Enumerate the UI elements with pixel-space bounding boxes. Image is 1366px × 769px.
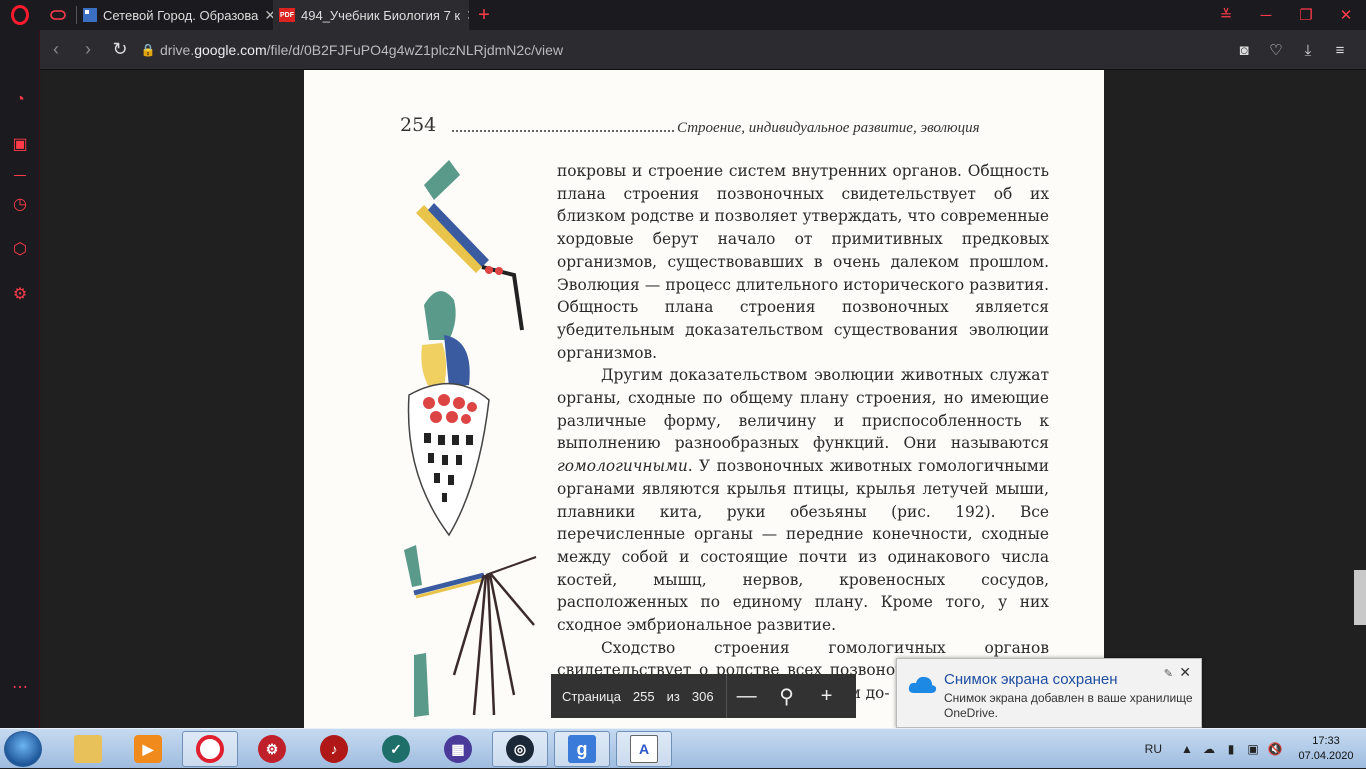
- guitar-app-icon: ♪: [320, 735, 348, 763]
- taskbar-app-red[interactable]: ⚙: [244, 731, 300, 767]
- clock-date: 07.04.2020: [1298, 750, 1354, 762]
- opera-icon: [196, 735, 224, 763]
- taskbar-steam[interactable]: ◎: [492, 731, 548, 767]
- gamepad-icon: [50, 10, 66, 20]
- document-icon: A: [630, 735, 658, 763]
- folder-icon: [74, 735, 102, 763]
- taskbar-explorer[interactable]: [60, 731, 116, 767]
- teal-app-icon: ✓: [382, 735, 410, 763]
- clock-time: 17:33: [1312, 735, 1340, 747]
- sidebar-divider: [14, 175, 26, 176]
- clock[interactable]: 17:33 07.04.2020: [1286, 734, 1366, 764]
- paragraph: Другим доказательством эволюции животных…: [557, 366, 1049, 635]
- language-indicator[interactable]: RU: [1145, 742, 1162, 756]
- lock-icon[interactable]: 🔒: [136, 43, 160, 57]
- running-head: Строение, индивидуальное развитие, эволю…: [677, 120, 980, 136]
- twitch-icon[interactable]: ▣: [10, 135, 30, 155]
- taskbar-opera[interactable]: [182, 731, 238, 767]
- game-controller-button[interactable]: [40, 0, 76, 30]
- restore-button[interactable]: ❐: [1286, 6, 1326, 24]
- paragraph: покровы и строение систем внутренних орг…: [557, 162, 1049, 362]
- history-icon[interactable]: ◷: [10, 195, 30, 215]
- steam-icon: ◎: [506, 735, 534, 763]
- pdf-viewer: 254 Строение, индивидуальное развитие, э…: [41, 70, 1366, 728]
- onedrive-cloud-icon: [908, 676, 937, 693]
- app-gear-icon: ⚙: [258, 735, 286, 763]
- minimize-button[interactable]: ─: [1246, 7, 1286, 24]
- heart-icon[interactable]: ♡: [1260, 41, 1292, 59]
- page-navigator: Страница 255 из 306 — ⚲ +: [551, 674, 856, 718]
- site-favicon-icon: [83, 8, 97, 22]
- g-app-icon: g: [568, 735, 596, 763]
- more-dots-icon[interactable]: ⋯: [10, 678, 30, 698]
- tab-bar: Сетевой Город. Образова ✕ PDF 494_Учебни…: [0, 0, 1366, 30]
- extensions-cube-icon[interactable]: ⬡: [10, 240, 30, 260]
- taskbar-app-teal[interactable]: ✓: [368, 731, 424, 767]
- forward-button[interactable]: ›: [72, 39, 104, 60]
- homologous-limbs-illustration: [404, 160, 537, 717]
- onedrive-notification[interactable]: Снимок экрана сохранен Снимок экрана доб…: [896, 658, 1202, 728]
- new-tab-button[interactable]: +: [469, 4, 499, 27]
- page-of-label: из: [666, 688, 680, 704]
- download-icon[interactable]: ⤓: [1292, 42, 1324, 59]
- settings-gear-icon[interactable]: ⚙: [10, 285, 30, 305]
- start-button[interactable]: [4, 731, 42, 767]
- pdf-favicon-icon: PDF: [279, 8, 295, 22]
- onedrive-tray-icon[interactable]: ☁: [1198, 742, 1220, 756]
- taskbar-app-guitar[interactable]: ♪: [306, 731, 362, 767]
- document-page: 254 Строение, индивидуальное развитие, э…: [304, 70, 1104, 728]
- zoom-out-button[interactable]: —: [727, 685, 767, 708]
- show-hidden-icons[interactable]: ▲: [1176, 742, 1198, 756]
- taskbar-wordpad[interactable]: A: [616, 731, 672, 767]
- opera-logo-icon: [11, 5, 29, 25]
- total-pages: 306: [691, 688, 714, 704]
- tab-label: Сетевой Город. Образова: [103, 7, 259, 23]
- tab-network-city[interactable]: Сетевой Город. Образова ✕: [77, 0, 273, 30]
- notification-title: Снимок экрана сохранен: [944, 671, 1118, 688]
- page-number: 254: [400, 114, 437, 136]
- scrollbar-thumb[interactable]: [1354, 570, 1366, 625]
- page-label: Страница: [562, 688, 621, 704]
- address-bar: ‹ › ↻ 🔒 drive.google.com/file/d/0B2FJFuP…: [40, 30, 1366, 70]
- current-page-input[interactable]: 255: [633, 689, 655, 704]
- body-text: покровы и строение систем внутренних орг…: [557, 160, 1049, 705]
- menu-lines-icon[interactable]: ≡: [1324, 42, 1356, 59]
- network-icon[interactable]: ▣: [1242, 742, 1264, 756]
- opera-sidebar: ◔ ▣ ◷ ⬡ ⚙ ⋯: [0, 30, 40, 728]
- tab-label: 494_Учебник Биология 7 к: [301, 7, 461, 23]
- speed-dial-icon[interactable]: ◔: [10, 90, 30, 110]
- taskbar-app-g[interactable]: g: [554, 731, 610, 767]
- tab-close-icon[interactable]: ✕: [264, 7, 273, 24]
- camera-icon[interactable]: ◙: [1228, 42, 1260, 59]
- windows-taskbar: ▶ ⚙ ♪ ✓ ▦ ◎ g A RU ▲ ☁ ▮ ▣ 🔇 17:33 07.04…: [0, 728, 1366, 768]
- back-button[interactable]: ‹: [40, 39, 72, 60]
- notification-body: Снимок экрана добавлен в ваше хранилище …: [944, 691, 1193, 720]
- dotted-leader: [452, 118, 674, 132]
- tab-menu-icon[interactable]: ≚: [1206, 6, 1246, 24]
- purple-app-icon: ▦: [444, 735, 472, 763]
- pin-icon[interactable]: ✎: [1164, 667, 1173, 680]
- tab-biology-textbook[interactable]: PDF 494_Учебник Биология 7 к ✕: [273, 0, 469, 30]
- volume-muted-icon[interactable]: 🔇: [1264, 742, 1286, 756]
- close-notification-button[interactable]: ✕: [1179, 664, 1191, 681]
- close-window-button[interactable]: ✕: [1326, 6, 1366, 24]
- zoom-icon: ⚲: [779, 685, 794, 708]
- opera-menu-button[interactable]: [0, 0, 40, 30]
- taskbar-app-purple[interactable]: ▦: [430, 731, 486, 767]
- url-field[interactable]: drive.google.com/file/d/0B2FJFuPO4g4wZ1p…: [160, 42, 563, 58]
- media-player-icon: ▶: [134, 735, 162, 763]
- reload-button[interactable]: ↻: [104, 39, 136, 60]
- system-tray: RU ▲ ☁ ▮ ▣ 🔇 17:33 07.04.2020: [1145, 729, 1366, 769]
- taskbar-media-player[interactable]: ▶: [120, 731, 176, 767]
- usb-icon[interactable]: ▮: [1220, 742, 1242, 756]
- zoom-in-button[interactable]: +: [807, 685, 847, 708]
